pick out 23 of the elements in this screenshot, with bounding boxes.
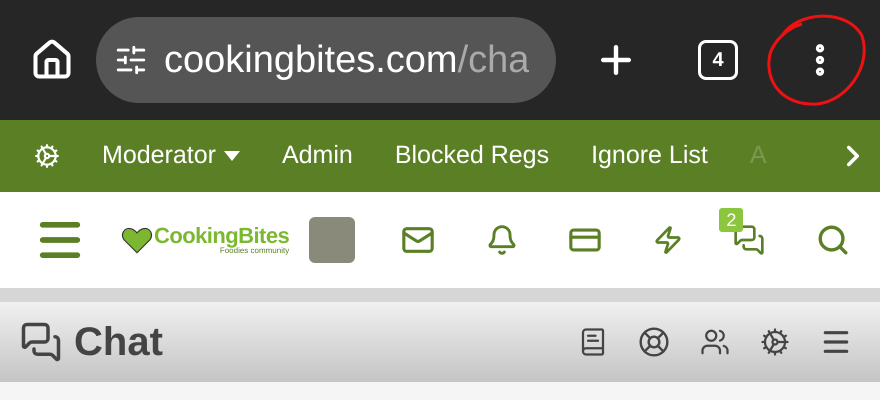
logo-tagline: Foodies community: [220, 247, 290, 255]
site-settings-icon[interactable]: [114, 43, 148, 77]
chat-icon: [20, 321, 62, 363]
nav-link[interactable]: Ignore List: [591, 137, 708, 175]
logo-text[interactable]: CookingBites: [154, 225, 290, 247]
nav-link[interactable]: Admin: [282, 137, 353, 175]
bell-icon[interactable]: [486, 224, 518, 256]
search-icon[interactable]: [816, 223, 850, 257]
avatar-placeholder[interactable]: [309, 217, 356, 263]
chat-title: Chat: [74, 319, 163, 366]
caret-icon: [224, 151, 240, 161]
lightning-icon[interactable]: [652, 225, 683, 255]
tab-count-button[interactable]: 4: [698, 40, 738, 80]
chat-bubbles-icon[interactable]: [733, 224, 766, 256]
nav-link[interactable]: Blocked Regs: [394, 137, 550, 175]
lifebuoy-icon[interactable]: [638, 326, 670, 358]
nav-dropdown[interactable]: Moderator: [102, 137, 240, 175]
notification-badge: 2: [719, 208, 744, 232]
gears-icon[interactable]: [34, 143, 60, 169]
users-icon[interactable]: [700, 327, 730, 357]
gears-icon[interactable]: [760, 327, 790, 357]
url-text: cookingbites.com/cha: [164, 38, 530, 82]
address-bar[interactable]: cookingbites.com/cha: [96, 17, 556, 103]
